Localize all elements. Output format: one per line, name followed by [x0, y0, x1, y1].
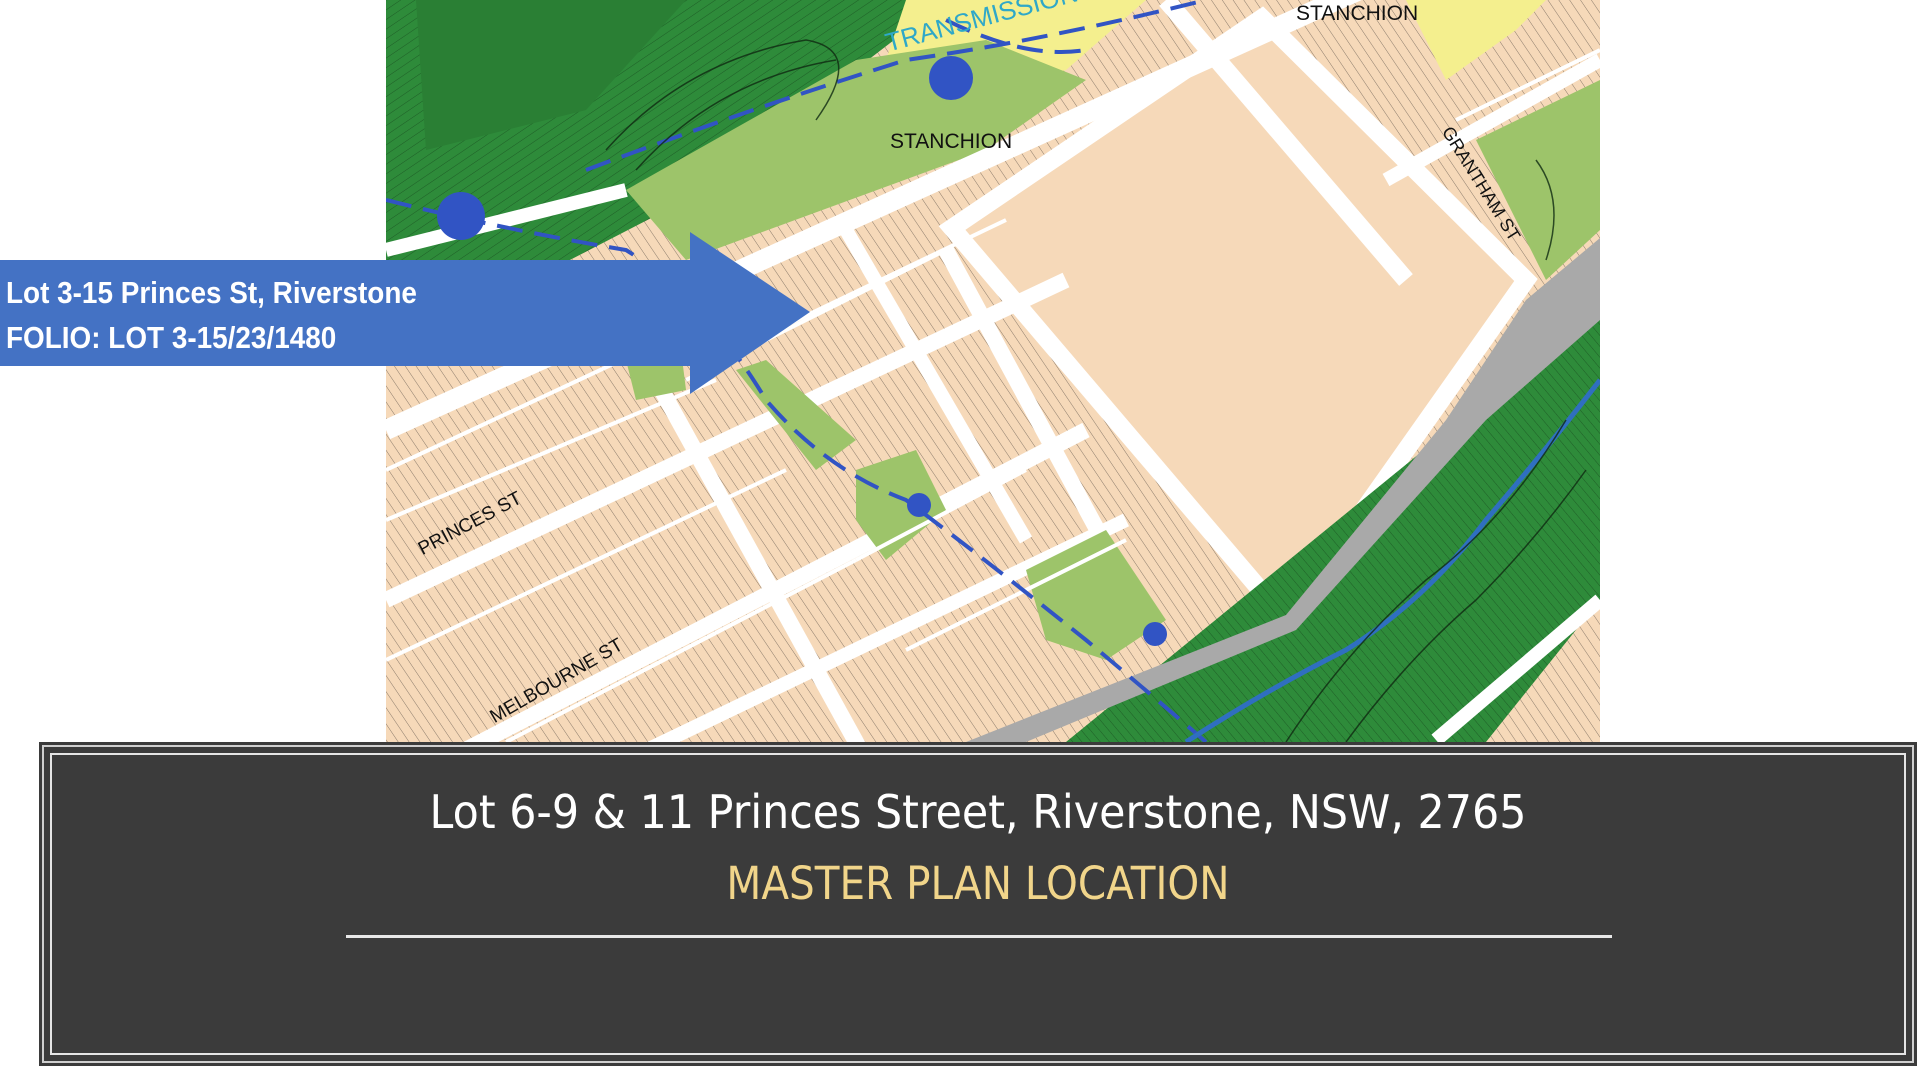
location-info-panel: Lot 6-9 & 11 Princes Street, Riverstone,…	[39, 742, 1917, 1066]
stanchion-label-mid: STANCHION	[890, 130, 1013, 153]
basin-marker	[1143, 622, 1167, 646]
basin-marker	[929, 56, 973, 100]
lot-callout-arrow: Lot 3-15 Princes St, Riverstone FOLIO: L…	[0, 232, 810, 394]
arrow-shape	[0, 232, 810, 394]
callout-lot-address: Lot 3-15 Princes St, Riverstone	[6, 275, 417, 310]
basin-marker	[907, 493, 931, 517]
stanchion-label-top: STANCHION	[1296, 2, 1419, 25]
title-underline	[346, 935, 1612, 938]
callout-folio: FOLIO: LOT 3-15/23/1480	[6, 320, 337, 355]
master-plan-title: MASTER PLAN LOCATION	[726, 857, 1230, 910]
property-address: Lot 6-9 & 11 Princes Street, Riverstone,…	[429, 785, 1527, 839]
